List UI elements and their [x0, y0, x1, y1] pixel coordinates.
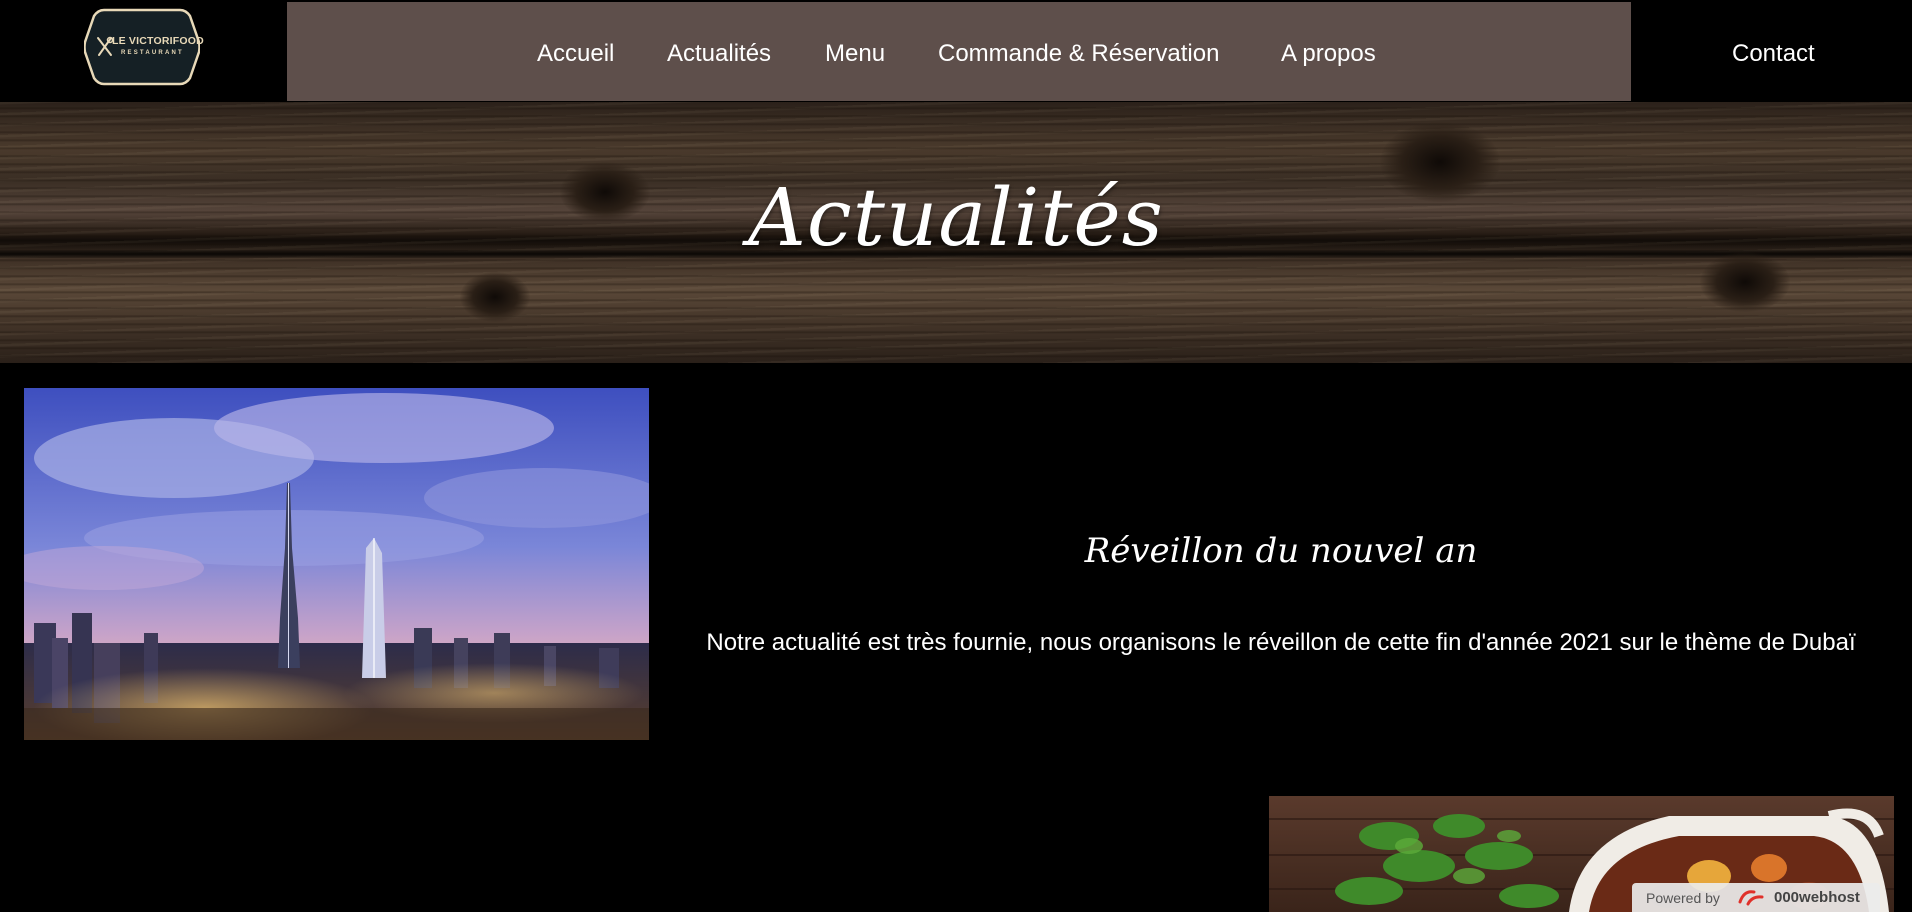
nav-item-accueil[interactable]: Accueil — [537, 40, 614, 68]
site-header: LE VICTORIFOOD RESTAURANT Accueil Actual… — [0, 0, 1912, 102]
powered-by-label: Powered by — [1646, 890, 1720, 906]
main-nav: Accueil Actualités Menu Commande & Réser… — [287, 2, 1631, 101]
powered-by-badge[interactable]: Powered by 000webhost — [1632, 883, 1880, 912]
article-text: Notre actualité est très fournie, nous o… — [706, 629, 1856, 656]
restaurant-logo[interactable]: LE VICTORIFOOD RESTAURANT — [84, 6, 204, 88]
nav-item-commande-reservation[interactable]: Commande & Réservation — [938, 40, 1219, 68]
logo-subtitle: RESTAURANT — [121, 50, 184, 56]
article-title: Réveillon du nouvel an — [1084, 531, 1478, 571]
article-image-dubai-skyline — [24, 388, 649, 740]
powered-by-brand: 000webhost — [1774, 889, 1860, 906]
page: LE VICTORIFOOD RESTAURANT Accueil Actual… — [0, 0, 1912, 912]
nav-item-menu[interactable]: Menu — [825, 40, 885, 68]
nav-item-contact[interactable]: Contact — [1732, 40, 1815, 68]
nav-item-a-propos[interactable]: A propos — [1281, 40, 1376, 68]
nav-item-actualites[interactable]: Actualités — [667, 40, 771, 68]
page-banner: Actualités — [0, 102, 1912, 363]
banner-wood-knot — [460, 272, 530, 322]
logo-name: LE VICTORIFOOD — [112, 35, 204, 47]
webhost-logo-icon — [1736, 888, 1770, 909]
page-title: Actualités — [748, 171, 1164, 264]
